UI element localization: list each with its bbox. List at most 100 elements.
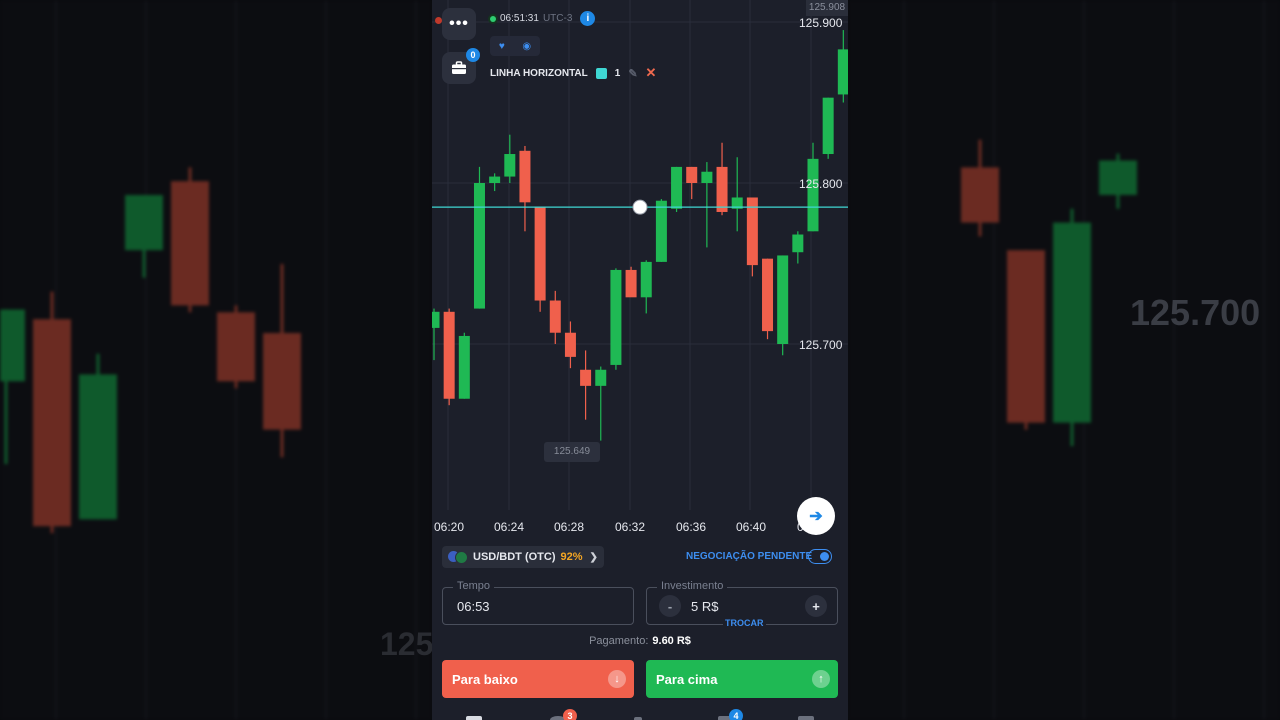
time-label-5: 06:36: [676, 520, 707, 534]
background-chart-right: 125.700: [848, 0, 1280, 720]
background-candles-right: [848, 0, 1280, 720]
pending-order-label: NEGOCIAÇÃO PENDENTE: [686, 551, 813, 562]
candle-body: [564, 332, 576, 357]
background-chart-left: 125.: [0, 0, 432, 720]
candle-body: [595, 369, 607, 386]
candle-body: [640, 261, 652, 298]
online-status-icon: [490, 15, 496, 22]
candle-body: [489, 176, 501, 183]
time-field-label: Tempo: [453, 580, 495, 592]
portfolio-badge: 0: [466, 48, 480, 62]
candle-body: [610, 269, 622, 365]
buy-button-label: Para cima: [656, 671, 718, 687]
background-candles-left: [0, 0, 432, 720]
briefcase-icon: [452, 61, 466, 74]
asset-selector[interactable]: USD/BDT (OTC) 92% ❯: [442, 546, 604, 568]
line-drag-handle: [632, 199, 648, 215]
candle-body: [504, 154, 516, 177]
candle-body: [762, 258, 774, 332]
arrow-up-icon: ↑: [812, 670, 830, 688]
asset-pair: USD/BDT (OTC): [473, 551, 556, 563]
arrow-down-icon: ↓: [608, 670, 626, 688]
candle-body: [458, 335, 470, 399]
asset-payout-percent: 92%: [560, 551, 583, 563]
line-color-swatch[interactable]: [595, 67, 607, 79]
price-label-3: 125.700: [799, 338, 843, 352]
trades-badge: 3: [563, 709, 577, 720]
low-price-marker: 125.649: [544, 442, 600, 462]
eye-icon[interactable]: ◉: [522, 41, 531, 52]
sell-button[interactable]: Para baixo ↓: [442, 660, 634, 698]
clock-time: 06:51:31: [500, 13, 539, 24]
candle-body: [837, 49, 848, 95]
candle-body: [777, 255, 789, 344]
recording-dot-icon: [435, 17, 442, 24]
time-label-3: 06:28: [554, 520, 585, 534]
candle-body: [686, 166, 698, 183]
candle-body: [519, 150, 531, 203]
candle-body: [655, 200, 667, 262]
payout-row: Pagamento: 9.60 R$: [432, 635, 848, 647]
background-price-left: 125.: [380, 626, 432, 662]
trading-app: 125.908 125.900 125.800 125.700 125.649 …: [432, 0, 848, 720]
candle-body: [473, 183, 485, 309]
nav-more-icon[interactable]: [798, 716, 814, 720]
scroll-to-now-button[interactable]: ➔: [797, 497, 835, 535]
increase-investment-button[interactable]: +: [805, 595, 827, 617]
time-field[interactable]: Tempo 06:53: [442, 580, 634, 625]
time-label-1: 06:20: [434, 520, 465, 534]
background-candle-body: [1099, 160, 1137, 195]
candle-body: [701, 171, 713, 183]
timezone-label: UTC-3: [542, 13, 573, 24]
arrow-right-icon: ➔: [809, 508, 823, 525]
decrease-investment-button[interactable]: -: [659, 595, 681, 617]
price-label-2: 125.800: [799, 177, 843, 191]
background-candle-body: [217, 312, 255, 382]
price-axis-top: 125.908: [806, 0, 848, 16]
price-label-1: 125.900: [799, 16, 843, 30]
background-candle-body: [125, 195, 163, 251]
candlestick-chart[interactable]: [432, 0, 848, 540]
candle-body: [807, 158, 819, 232]
background-candle-body: [79, 374, 117, 520]
info-icon[interactable]: i: [580, 11, 596, 26]
background-candle-body: [1053, 222, 1091, 423]
currency-flags-icon: [448, 550, 468, 564]
background-candle-body: [1007, 250, 1045, 423]
chevron-down-icon: ❯: [589, 551, 598, 563]
background-price-label: 125.700: [1130, 292, 1261, 333]
payout-value: 9.60 R$: [652, 635, 691, 647]
candle-body: [625, 269, 637, 298]
buy-button[interactable]: Para cima ↑: [646, 660, 838, 698]
close-icon[interactable]: ✕: [646, 65, 657, 81]
candle-body: [549, 300, 561, 333]
candle-body: [822, 97, 834, 155]
time-label-6: 06:40: [736, 520, 767, 534]
nav-chart-icon[interactable]: [466, 716, 482, 720]
price-chart[interactable]: 125.908 125.900 125.800 125.700 125.649 …: [432, 0, 848, 540]
payout-label: Pagamento:: [589, 635, 649, 647]
line-width[interactable]: 1: [615, 68, 621, 79]
messages-badge: 4: [729, 709, 743, 720]
investment-field-label: Investimento: [657, 580, 728, 592]
candle-body: [534, 207, 546, 301]
server-clock: 06:51:31 UTC-3 i: [490, 11, 596, 26]
time-label-4: 06:32: [615, 520, 646, 534]
time-field-value[interactable]: 06:53: [457, 599, 490, 614]
background-candle-body: [263, 333, 301, 430]
horizontal-line-tool: LINHA HORIZONTAL 1 ✎ ✕: [490, 65, 656, 81]
pending-order-toggle[interactable]: [808, 549, 832, 564]
menu-button[interactable]: •••: [442, 8, 476, 40]
background-candle-body: [33, 319, 71, 527]
candle-body: [443, 311, 455, 399]
swap-currency-link[interactable]: TROCAR: [723, 618, 766, 628]
candle-body: [432, 311, 440, 328]
drawing-tools-strip: ♥ ◉: [490, 36, 540, 56]
candle-body: [792, 234, 804, 253]
candle-body: [580, 369, 592, 386]
sell-button-label: Para baixo: [452, 671, 518, 687]
time-label-2: 06:24: [494, 520, 525, 534]
pencil-icon[interactable]: ✎: [628, 67, 637, 80]
investment-value[interactable]: 5 R$: [691, 599, 718, 614]
heart-icon[interactable]: ♥: [499, 41, 505, 52]
